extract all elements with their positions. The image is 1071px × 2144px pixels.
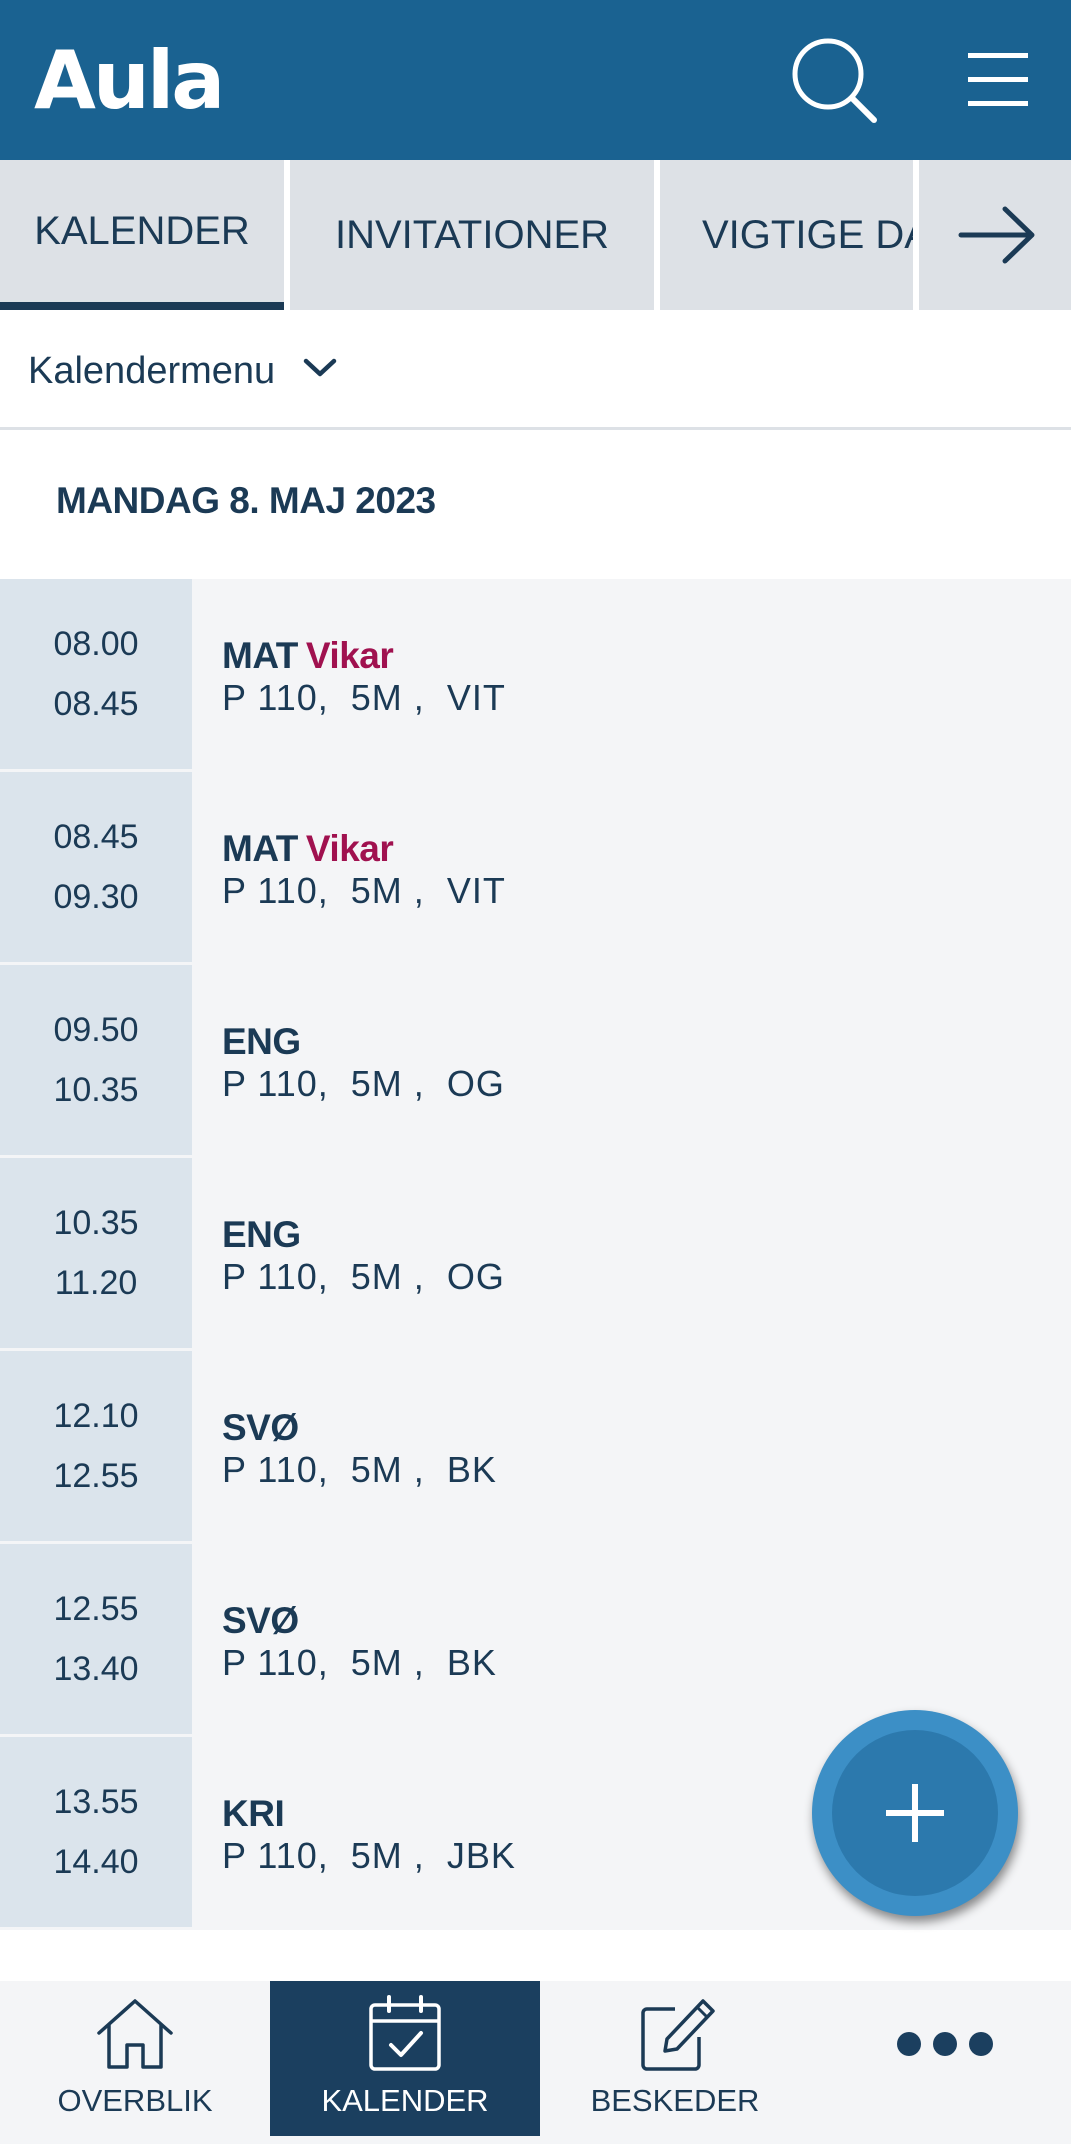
- nav-label: OVERBLIK: [57, 2083, 213, 2118]
- event-class: 5M ,: [350, 677, 425, 718]
- nav-overblik[interactable]: OVERBLIK: [0, 1981, 270, 2136]
- home-icon: [97, 1999, 173, 2069]
- event-room: P 110,: [222, 677, 329, 718]
- event-teacher: BK: [446, 1642, 497, 1683]
- calendar-menu-label: Kalendermenu: [28, 350, 276, 392]
- event-room: P 110,: [222, 870, 329, 911]
- substitute-tag: Vikar: [305, 828, 394, 869]
- event-room: P 110,: [222, 1835, 329, 1876]
- event-time-block: 09.50 10.35: [0, 965, 192, 1155]
- date-heading: MANDAG 8. MAJ 2023: [56, 480, 436, 521]
- tab-vigtige-datoer[interactable]: VIGTIGE DA: [660, 160, 913, 310]
- event-item[interactable]: 08.00 08.45 MAT Vikar P 110, 5M , VIT: [0, 579, 1071, 772]
- event-room: P 110,: [222, 1063, 329, 1104]
- event-end-time: 14.40: [53, 1843, 139, 1881]
- calendar-check-icon: [369, 1995, 441, 2071]
- tabs-scroll-right-button[interactable]: [919, 160, 1071, 310]
- event-item[interactable]: 10.35 11.20 ENG P 110, 5M , OG: [0, 1158, 1071, 1351]
- event-start-time: 09.50: [53, 1011, 139, 1049]
- event-teacher: OG: [446, 1256, 505, 1297]
- tab-kalender[interactable]: KALENDER: [0, 160, 284, 310]
- event-subject: SVØ: [222, 1600, 299, 1641]
- event-start-time: 12.10: [53, 1397, 139, 1435]
- nav-beskeder[interactable]: BESKEDER: [540, 1981, 810, 2136]
- search-icon[interactable]: [790, 36, 880, 126]
- event-item[interactable]: 12.10 12.55 SVØ P 110, 5M , BK: [0, 1351, 1071, 1544]
- event-item[interactable]: 08.45 09.30 MAT Vikar P 110, 5M , VIT: [0, 772, 1071, 965]
- event-time-block: 12.55 13.40: [0, 1544, 192, 1734]
- app-header: Aula: [0, 0, 1071, 160]
- nav-label: KALENDER: [321, 2083, 489, 2118]
- calendar-menu-toggle[interactable]: Kalendermenu: [0, 310, 1071, 430]
- bottom-navigation: OVERBLIK KALENDER BESKEDER: [0, 1981, 1071, 2144]
- event-subject: SVØ: [222, 1407, 299, 1448]
- event-class: 5M ,: [350, 1642, 425, 1683]
- event-room: P 110,: [222, 1256, 329, 1297]
- event-item[interactable]: 09.50 10.35 ENG P 110, 5M , OG: [0, 965, 1071, 1158]
- app-logo[interactable]: Aula: [34, 36, 225, 126]
- event-subject: ENG: [222, 1214, 301, 1255]
- substitute-tag: Vikar: [305, 635, 394, 676]
- event-teacher: OG: [446, 1063, 505, 1104]
- event-subject: ENG: [222, 1021, 301, 1062]
- event-start-time: 10.35: [53, 1204, 139, 1242]
- event-subject: KRI: [222, 1793, 285, 1834]
- event-time-block: 08.45 09.30: [0, 772, 192, 962]
- event-subject: MAT: [222, 828, 298, 869]
- event-end-time: 13.40: [53, 1650, 139, 1688]
- event-time-block: 10.35 11.20: [0, 1158, 192, 1348]
- event-teacher: VIT: [446, 677, 506, 718]
- event-end-time: 11.20: [54, 1264, 138, 1302]
- more-dots-icon: [897, 2032, 993, 2056]
- event-teacher: BK: [446, 1449, 497, 1490]
- event-item[interactable]: 12.55 13.40 SVØ P 110, 5M , BK: [0, 1544, 1071, 1737]
- arrow-right-icon: [958, 206, 1035, 264]
- event-time-block: 13.55 14.40: [0, 1737, 192, 1927]
- event-room: P 110,: [222, 1449, 329, 1490]
- event-class: 5M ,: [350, 870, 425, 911]
- event-class: 5M ,: [350, 1835, 425, 1876]
- event-teacher: VIT: [446, 870, 506, 911]
- event-room: P 110,: [222, 1642, 329, 1683]
- plus-icon: [886, 1784, 944, 1842]
- event-teacher: JBK: [446, 1835, 516, 1876]
- event-end-time: 08.45: [53, 685, 139, 723]
- chevron-down-icon[interactable]: [302, 356, 338, 380]
- event-start-time: 08.00: [53, 625, 139, 663]
- event-start-time: 08.45: [53, 818, 139, 856]
- tab-invitationer[interactable]: INVITATIONER: [290, 160, 654, 310]
- event-time-block: 12.10 12.55: [0, 1351, 192, 1541]
- add-event-button[interactable]: [812, 1710, 1018, 1916]
- event-class: 5M ,: [350, 1449, 425, 1490]
- event-end-time: 09.30: [53, 878, 139, 916]
- nav-kalender[interactable]: KALENDER: [270, 1981, 540, 2136]
- event-end-time: 12.55: [53, 1457, 139, 1495]
- hamburger-menu-icon[interactable]: [966, 50, 1032, 110]
- event-start-time: 12.55: [53, 1590, 139, 1628]
- event-end-time: 10.35: [53, 1071, 139, 1109]
- event-start-time: 13.55: [53, 1783, 139, 1821]
- event-subject: MAT: [222, 635, 298, 676]
- nav-more[interactable]: [810, 1981, 1071, 2136]
- nav-label: BESKEDER: [590, 2083, 760, 2118]
- event-class: 5M ,: [350, 1063, 425, 1104]
- event-time-block: 08.00 08.45: [0, 579, 192, 769]
- event-class: 5M ,: [350, 1256, 425, 1297]
- calendar-tabs: KALENDER INVITATIONER VIGTIGE DA: [0, 160, 1071, 310]
- compose-icon: [641, 1999, 715, 2071]
